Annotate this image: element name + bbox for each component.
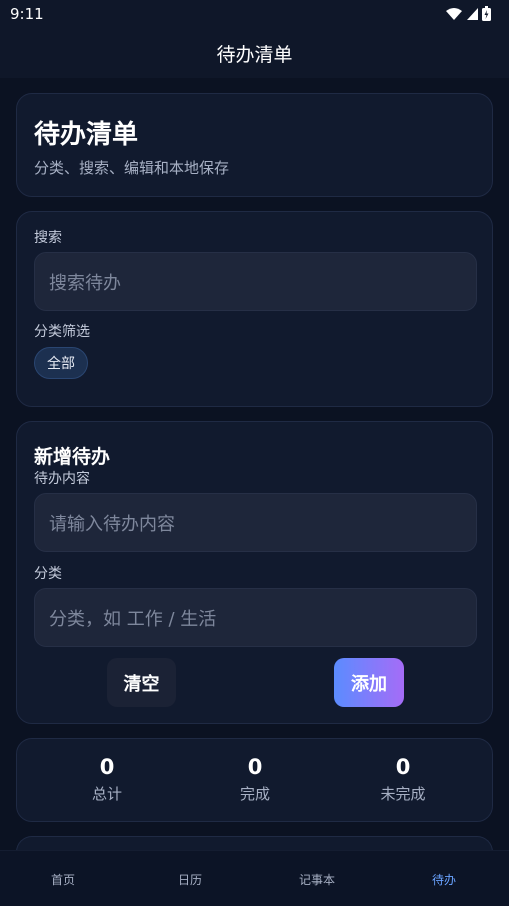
hero-card: 待办清单 分类、搜索、编辑和本地保存: [16, 93, 493, 197]
search-card: 搜索 搜索待办 分类筛选 全部: [16, 211, 493, 407]
wifi-icon: [446, 7, 462, 20]
content-label: 待办内容: [34, 471, 90, 487]
add-button[interactable]: 添加: [334, 658, 404, 707]
new-todo-title: 新增待办: [34, 446, 111, 468]
battery-icon: [482, 6, 491, 21]
stat-done-value: 0: [247, 755, 263, 779]
app-bar: 待办清单: [0, 28, 509, 78]
filter-chip-all[interactable]: 全部: [34, 347, 88, 379]
category-label: 分类: [34, 566, 62, 582]
stats-card: 0 总计 0 完成 0 未完成: [16, 738, 493, 822]
filter-label: 分类筛选: [34, 324, 90, 340]
stat-pending: 0 未完成: [343, 755, 463, 804]
signal-icon: [467, 7, 478, 20]
status-bar: 9:11: [0, 0, 509, 28]
stat-done: 0 完成: [195, 755, 315, 804]
new-todo-card: 新增待办 待办内容 请输入待办内容 分类 分类，如 工作 / 生活 清空 添加: [16, 421, 493, 724]
search-input[interactable]: 搜索待办: [34, 252, 477, 311]
app-bar-title: 待办清单: [216, 43, 293, 66]
content-input[interactable]: 请输入待办内容: [34, 493, 477, 552]
stat-total-label: 总计: [91, 785, 122, 803]
stat-total: 0 总计: [47, 755, 167, 804]
hero-title: 待办清单: [34, 120, 139, 150]
nav-home[interactable]: 首页: [23, 871, 103, 888]
status-icons: [446, 6, 491, 21]
stat-pending-label: 未完成: [380, 785, 426, 803]
nav-calendar[interactable]: 日历: [150, 871, 230, 888]
status-time: 9:11: [10, 5, 44, 23]
nav-todo[interactable]: 待办: [404, 871, 484, 888]
search-label: 搜索: [34, 230, 62, 246]
stat-done-label: 完成: [239, 785, 270, 803]
stat-pending-value: 0: [395, 755, 411, 779]
stat-total-value: 0: [99, 755, 115, 779]
hero-subtitle: 分类、搜索、编辑和本地保存: [34, 159, 230, 177]
category-input[interactable]: 分类，如 工作 / 生活: [34, 588, 477, 647]
bottom-nav: 首页 日历 记事本 待办: [0, 850, 509, 906]
clear-button[interactable]: 清空: [107, 658, 176, 707]
nav-notebook[interactable]: 记事本: [277, 871, 357, 888]
